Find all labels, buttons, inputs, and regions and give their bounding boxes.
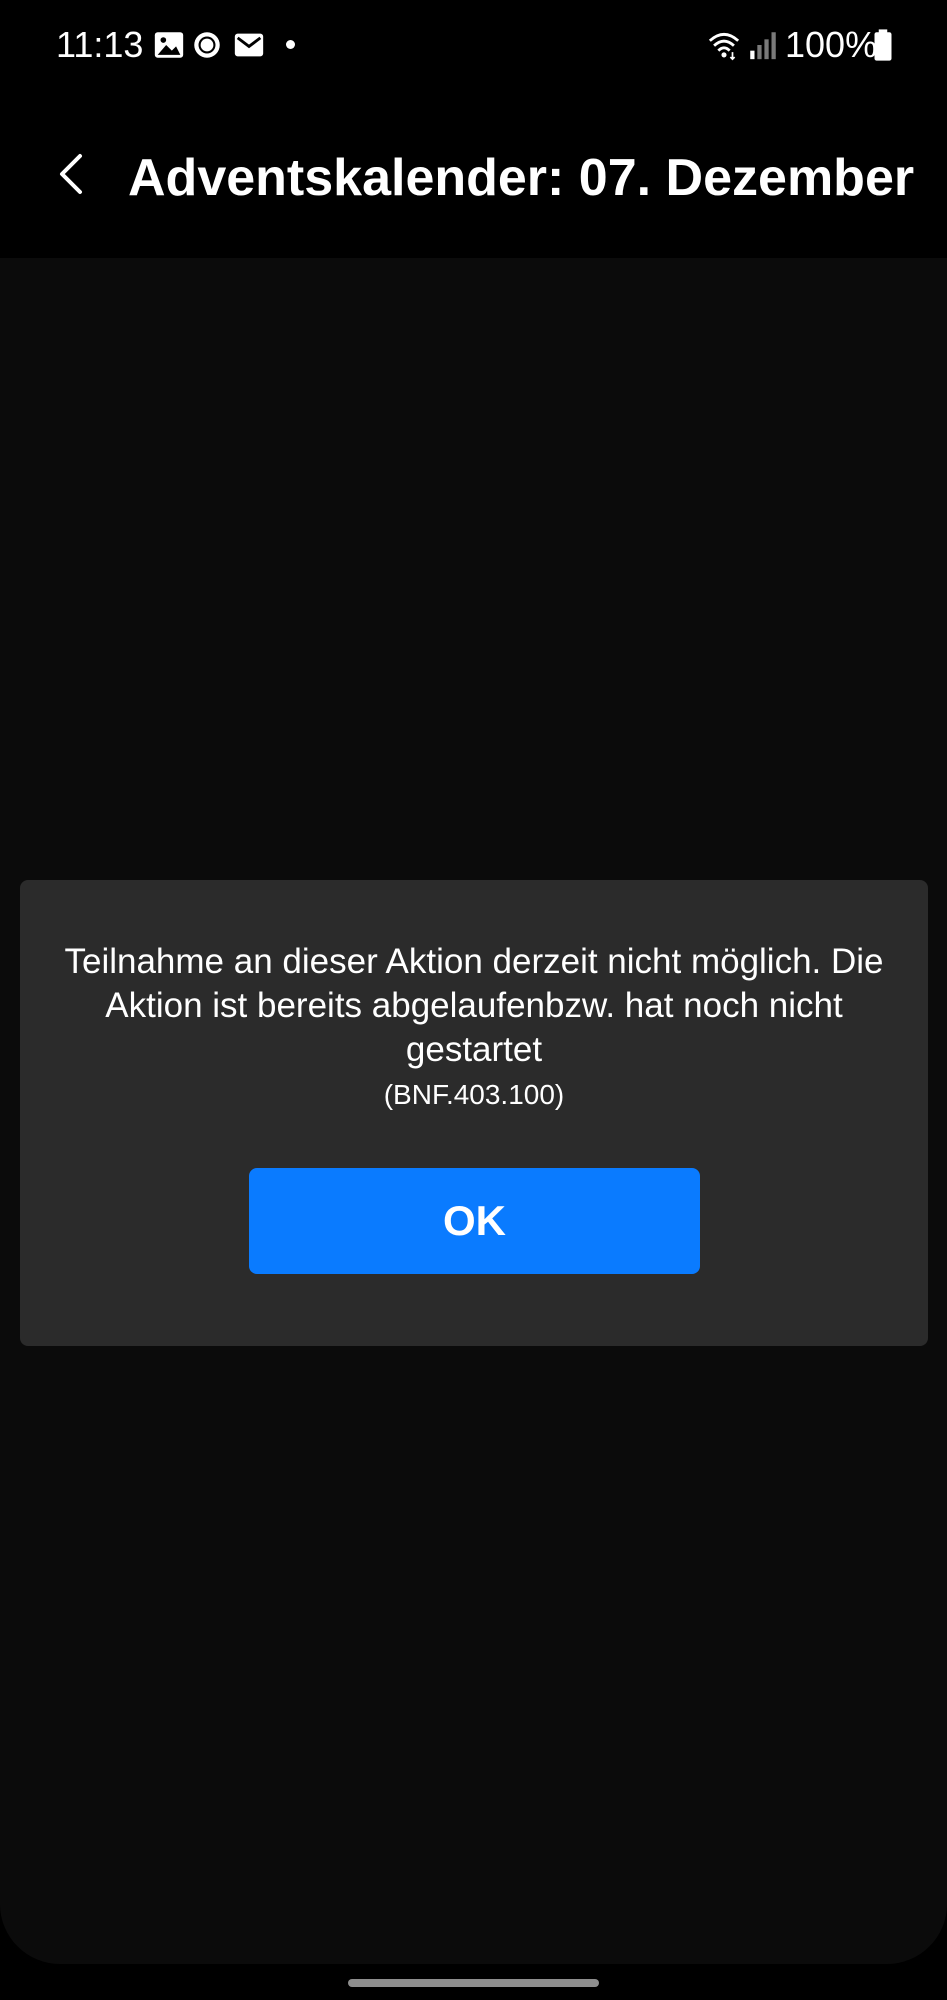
- mail-icon: [234, 33, 264, 57]
- notification-dot-icon: [286, 40, 295, 49]
- status-bar: 11:13 100%: [0, 0, 947, 90]
- status-time: 11:13: [56, 24, 144, 65]
- wifi-icon: [708, 32, 740, 61]
- dialog-message: Teilnahme an dieser Aktion derzeit nicht…: [64, 942, 884, 1069]
- ok-button[interactable]: OK: [249, 1168, 700, 1274]
- app-bar: Adventskalender: 07. Dezember: [0, 90, 947, 258]
- back-button[interactable]: [40, 142, 104, 206]
- signal-icon: [750, 32, 776, 60]
- error-dialog: Teilnahme an dieser Aktion derzeit nicht…: [20, 880, 928, 1346]
- dialog-error-code: (BNF.403.100): [383, 1079, 565, 1110]
- navigation-gesture-handle[interactable]: [348, 1979, 599, 1987]
- page-title: Adventskalender: 07. Dezember: [128, 149, 915, 207]
- battery-icon: [874, 29, 892, 61]
- image-icon: [154, 32, 184, 58]
- brightness-icon: [194, 32, 220, 58]
- chevron-left-icon: [60, 154, 82, 194]
- battery-percentage: 100%: [785, 24, 878, 65]
